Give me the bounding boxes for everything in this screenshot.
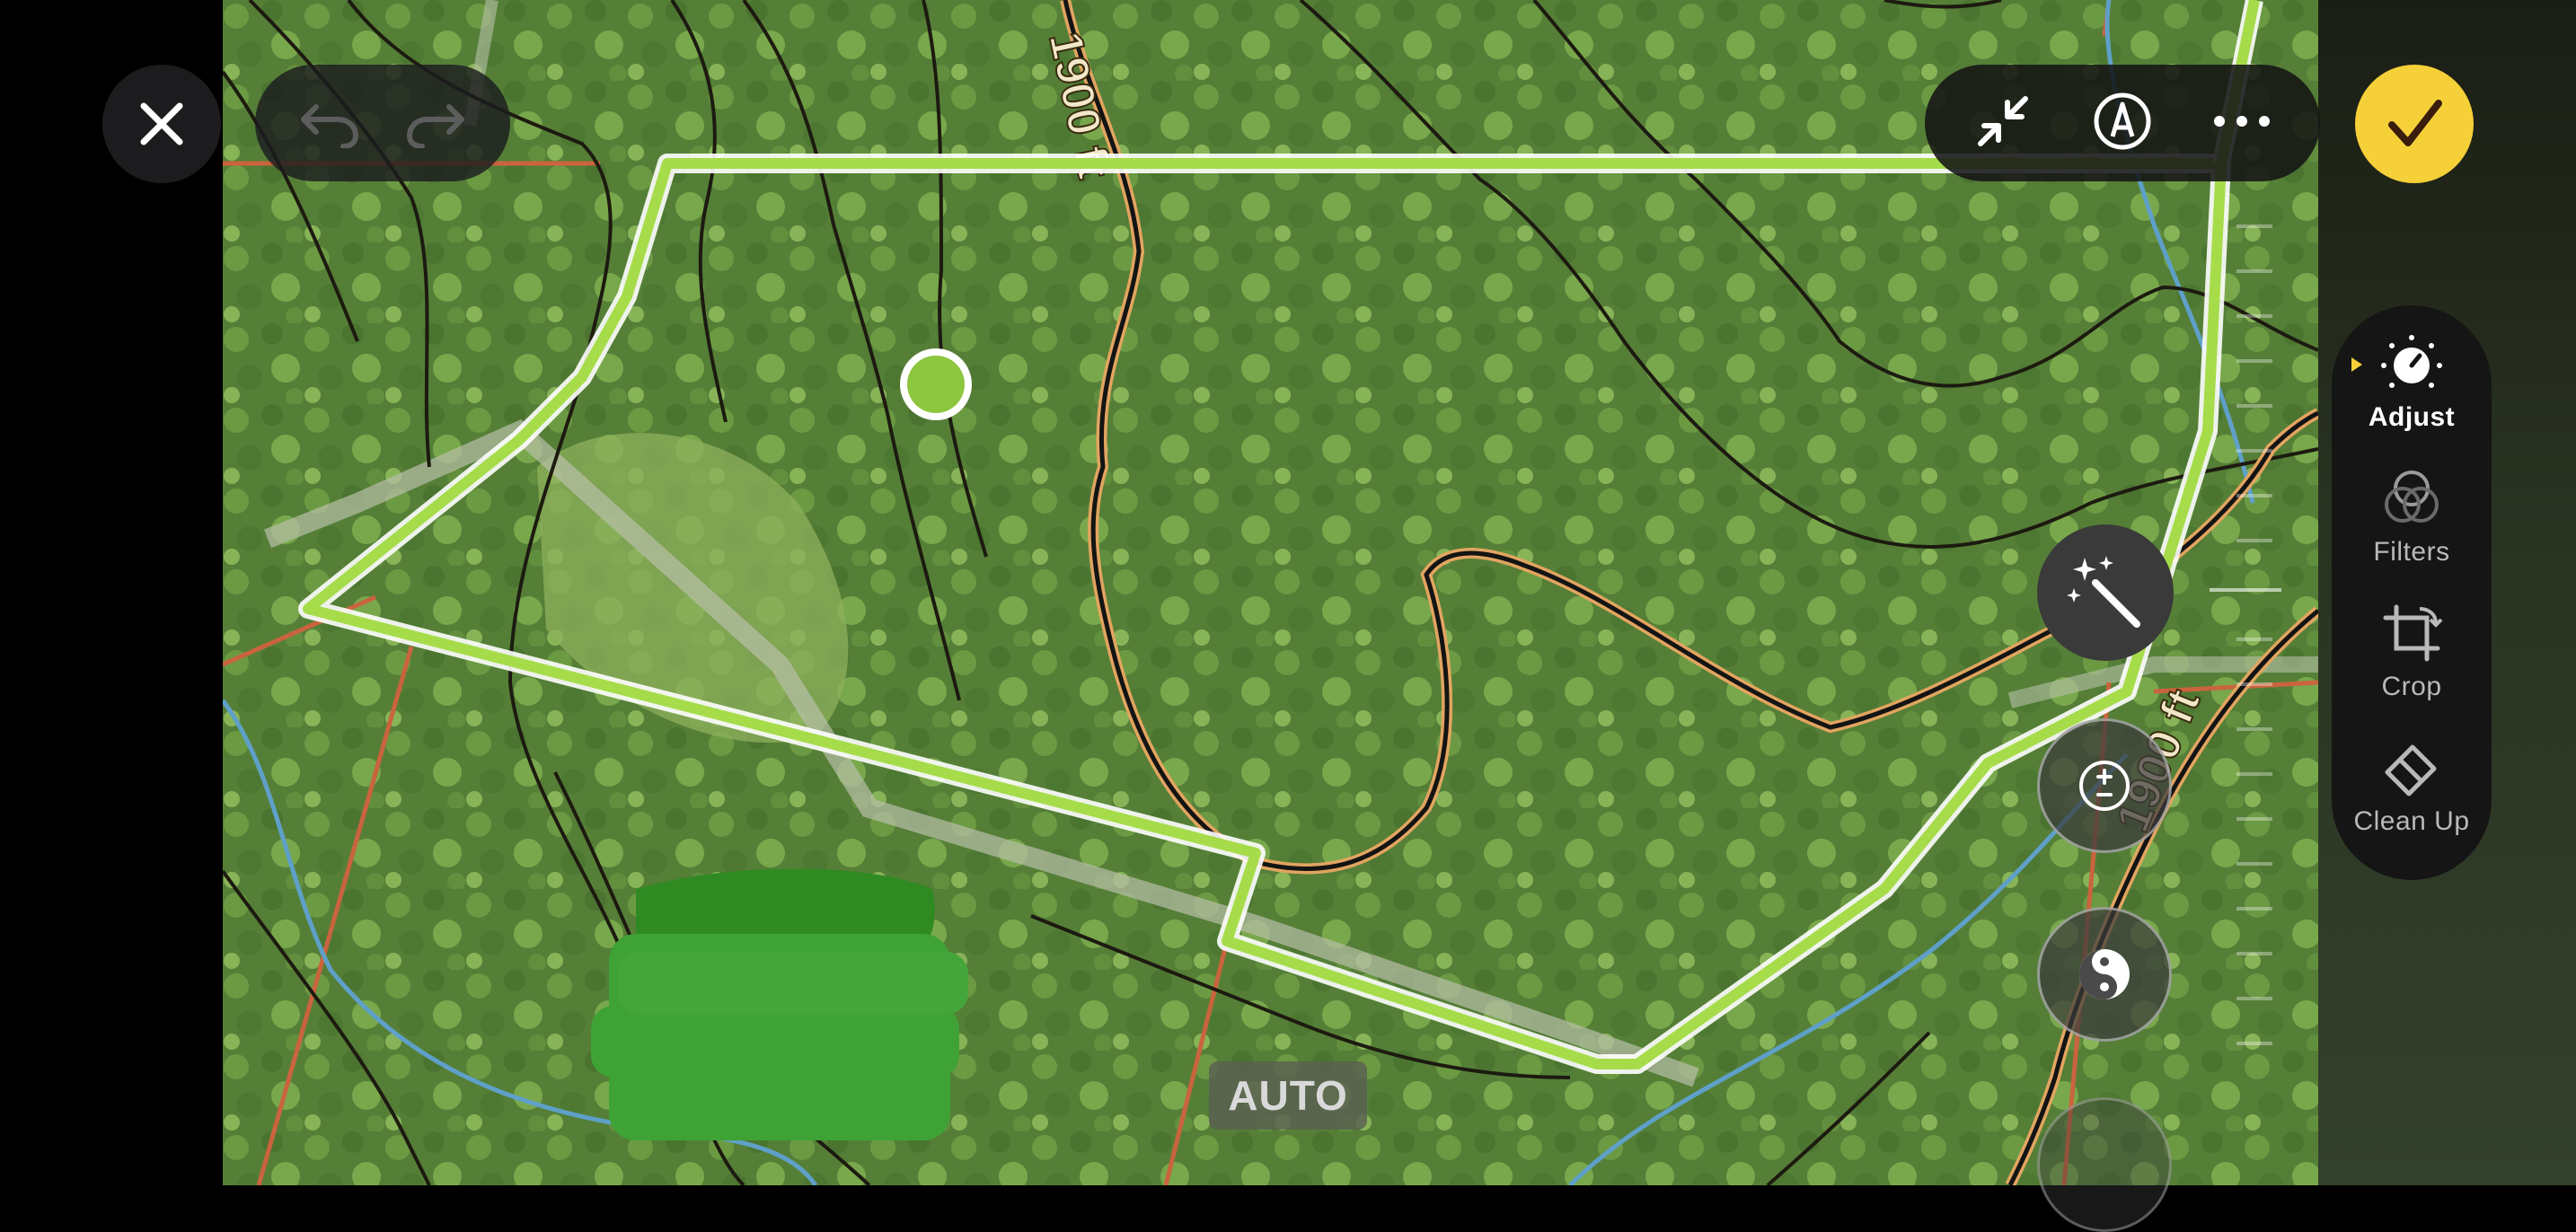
redo-button[interactable] bbox=[404, 94, 467, 153]
auto-enhance-button[interactable] bbox=[2037, 524, 2174, 661]
arrows-collapse-icon bbox=[1977, 95, 2028, 146]
exposure-plus-minus-icon bbox=[2079, 761, 2130, 811]
contrast-button[interactable] bbox=[2037, 907, 2172, 1042]
eraser-icon bbox=[2380, 736, 2443, 799]
ellipsis-icon bbox=[2214, 115, 2271, 127]
menu-label-crop: Crop bbox=[2381, 672, 2442, 701]
menu-item-crop[interactable]: Crop bbox=[2332, 602, 2492, 736]
menu-item-clean-up[interactable]: Clean Up bbox=[2332, 736, 2492, 871]
close-button[interactable] bbox=[102, 65, 221, 183]
location-marker[interactable] bbox=[907, 356, 965, 413]
undo-icon bbox=[301, 103, 359, 149]
left-black-bar bbox=[0, 0, 223, 1185]
exposure-button[interactable] bbox=[2037, 718, 2172, 853]
edit-mode-menu: Adjust Filters Crop Clean Up bbox=[2332, 305, 2492, 880]
top-tools-group bbox=[1925, 65, 2320, 181]
undo-button[interactable] bbox=[298, 94, 361, 153]
undo-redo-group bbox=[255, 65, 510, 181]
more-button[interactable] bbox=[2210, 108, 2273, 139]
dial-icon bbox=[2380, 332, 2443, 395]
auto-badge[interactable]: AUTO bbox=[1209, 1061, 1367, 1130]
filters-icon bbox=[2380, 467, 2443, 530]
checkmark-icon bbox=[2388, 100, 2442, 146]
done-button[interactable] bbox=[2355, 65, 2474, 183]
menu-item-adjust[interactable]: Adjust bbox=[2332, 332, 2492, 467]
minimize-button[interactable] bbox=[1972, 90, 2034, 157]
menu-label-filters: Filters bbox=[2373, 537, 2450, 567]
close-icon bbox=[140, 102, 183, 145]
menu-label-clean-up: Clean Up bbox=[2353, 806, 2470, 836]
adjustment-ruler[interactable] bbox=[2210, 207, 2281, 1096]
contrast-yin-yang-icon bbox=[2079, 949, 2130, 999]
redacted-area bbox=[591, 868, 968, 1140]
pen-markup-icon bbox=[2094, 92, 2151, 149]
crop-icon bbox=[2380, 602, 2443, 664]
more-adjustment-button[interactable] bbox=[2037, 1097, 2172, 1232]
active-indicator bbox=[2351, 357, 2362, 372]
markup-button[interactable] bbox=[2091, 90, 2154, 157]
magic-wand-icon bbox=[2067, 556, 2140, 628]
menu-item-filters[interactable]: Filters bbox=[2332, 467, 2492, 602]
menu-label-adjust: Adjust bbox=[2368, 402, 2456, 432]
redo-icon bbox=[406, 103, 464, 149]
